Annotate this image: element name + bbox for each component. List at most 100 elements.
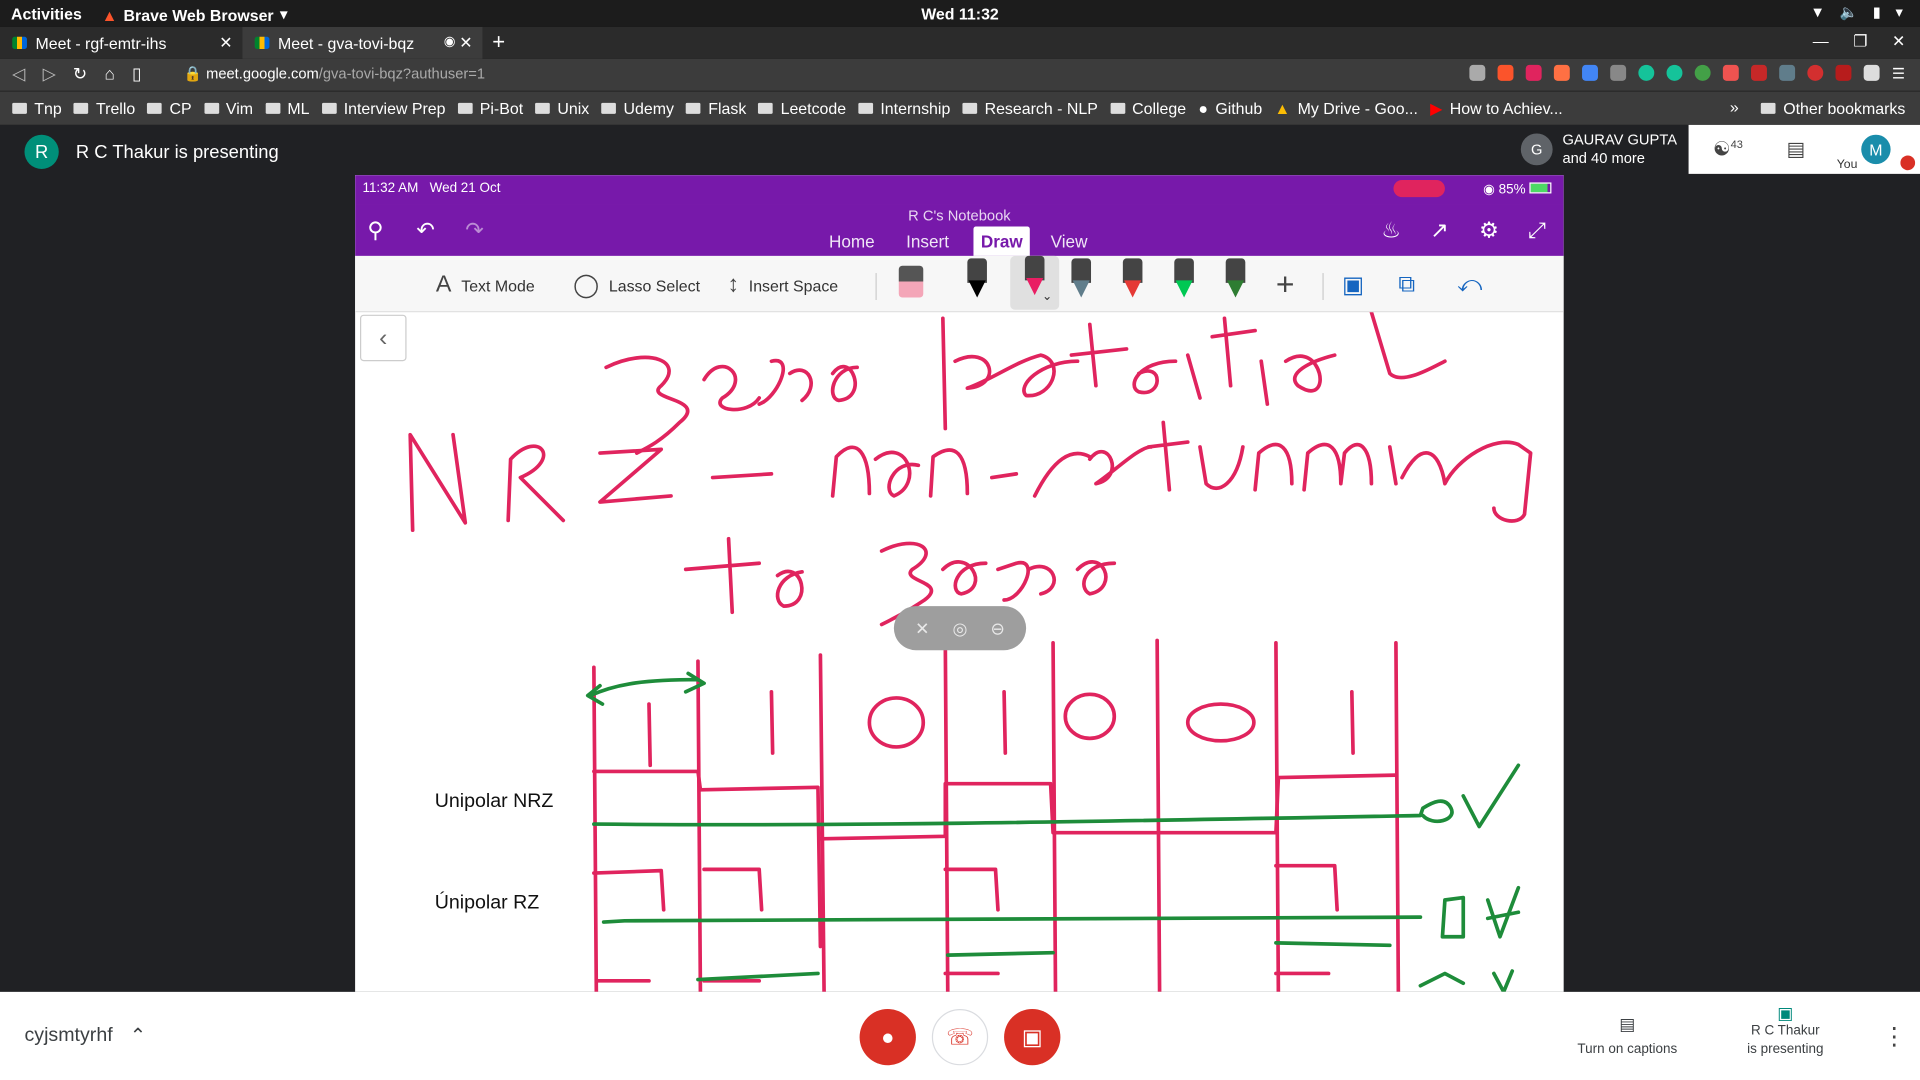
participant-tile[interactable]: G GAURAV GUPTA and 40 more [1520,131,1677,168]
bookmark-folder[interactable]: Research - NLP [962,99,1098,118]
close-window-icon[interactable]: ✕ [1892,32,1905,52]
ink-to-shape-button[interactable]: ▣ [1342,272,1364,300]
bookmark-folder[interactable]: Unix [535,99,589,118]
insert-space-button[interactable]: ↕ Insert Space [727,272,838,299]
system-clock[interactable]: Wed 11:32 [0,5,1920,23]
close-icon[interactable]: ✕ [219,33,232,53]
extension-icon[interactable] [1722,64,1739,81]
bookmark-label: Github [1215,99,1263,118]
extension-icon[interactable] [1694,64,1711,81]
grammarly-icon[interactable] [1666,64,1683,81]
add-pen-button[interactable]: + [1276,266,1295,304]
brave-shield-icon[interactable] [1497,64,1514,81]
grammarly-icon[interactable] [1638,64,1655,81]
pen-dark-green[interactable] [1222,258,1249,300]
folder-icon [73,102,89,114]
tab-draw[interactable]: Draw [973,226,1031,256]
bookmark-github[interactable]: ● Github [1198,99,1262,117]
presenting-button[interactable]: ▣ R C Thakur is presenting [1736,1003,1834,1059]
restore-icon[interactable]: ❐ [1853,32,1867,52]
puzzle-icon[interactable] [1863,64,1880,81]
chat-icon[interactable]: ▤ [1787,137,1806,161]
bookmark-label: ML [287,99,310,118]
tab-view[interactable]: View [1043,227,1095,256]
ink-to-text-button[interactable]: ⧉ [1398,272,1415,299]
camera-icon[interactable] [1469,64,1486,81]
share-icon[interactable]: ↗ [1430,218,1448,244]
calendar-icon[interactable] [1835,64,1852,81]
bookmark-folder[interactable]: Leetcode [758,99,846,118]
extension-icon[interactable] [1751,64,1767,81]
translate-icon[interactable] [1582,64,1598,81]
search-icon[interactable]: ⚲ [367,218,383,244]
system-tray[interactable]: ▼ 🔈 ▮ ▾ [1810,4,1902,21]
battery-text: 85% [1498,182,1526,198]
highlighter-red[interactable] [1119,258,1146,300]
bookmark-folder[interactable]: ML [265,99,310,118]
meet-top-controls: ☯43 ▤ M You [1688,124,1920,174]
bookmark-folder[interactable]: College [1110,99,1186,118]
self-avatar[interactable]: M [1861,134,1891,165]
bookmark-folder[interactable]: Internship [858,99,951,118]
bookmark-folder[interactable]: Vim [203,99,253,118]
bookmark-icon[interactable]: ▯ [132,64,141,85]
more-options-icon[interactable]: ⋮ [1882,1021,1906,1052]
other-bookmarks[interactable]: Other bookmarks [1761,99,1905,118]
bookmark-folder[interactable]: Interview Prep [321,99,445,118]
presenter-avatar: R [24,134,59,169]
bookmark-folder[interactable]: Pi-Bot [457,99,523,118]
ink-replay-button[interactable]: ⤺ [1457,272,1482,299]
redo-icon[interactable]: ↷ [465,218,483,244]
pen-pink[interactable]: ⌄ [1010,255,1060,310]
bookmark-label: Internship [880,99,951,118]
tab-meet-1[interactable]: Meet - rgf-emtr-ihs ✕ [0,27,242,59]
new-tab-button[interactable]: + [492,29,505,55]
folder-icon [686,102,701,114]
eraser-icon[interactable] [898,265,924,298]
highlighter-green[interactable] [1171,258,1198,300]
undo-icon[interactable]: ↶ [416,218,434,244]
mic-toggle-button[interactable]: ● [859,1008,916,1066]
bookmark-folder[interactable]: CP [147,99,192,118]
back-icon[interactable]: ◁ [12,64,25,85]
brave-rewards-icon[interactable] [1525,64,1542,81]
forward-icon[interactable]: ▷ [43,64,56,85]
tab-insert[interactable]: Insert [899,227,957,256]
minimize-icon[interactable]: — [1813,32,1829,52]
lasso-select-button[interactable]: ◯ Lasso Select [573,272,700,300]
extension-icon[interactable] [1553,64,1570,81]
extension-icon[interactable] [1610,64,1627,81]
bookmark-folder[interactable]: Trello [73,99,136,118]
bookmark-drive[interactable]: ▲ My Drive - Goo... [1274,99,1417,117]
tab-home[interactable]: Home [822,227,882,256]
home-icon[interactable]: ⌂ [104,64,114,85]
minus-circle-icon[interactable]: ⊖ [990,618,1004,639]
url-field[interactable]: 🔒 meet.google.com/gva-tovi-bqz?authuser=… [184,65,485,82]
close-icon[interactable]: ✕ [459,33,472,53]
gear-icon[interactable]: ⚙ [1479,218,1499,244]
menu-icon[interactable]: ☰ [1892,65,1908,82]
bookmark-folder[interactable]: Udemy [601,99,674,118]
more-bookmarks-icon[interactable]: » [1730,98,1739,116]
bookmark-folder[interactable]: Tnp [12,99,62,118]
bookmark-youtube[interactable]: ▶ How to Achiev... [1430,99,1563,119]
extension-icon[interactable] [1807,64,1824,81]
people-icon[interactable]: ☯43 [1713,137,1743,161]
captions-button[interactable]: ▤ Turn on captions [1575,1014,1680,1057]
leave-call-button[interactable]: ☏ [931,1008,989,1066]
meeting-details[interactable]: cyjsmtyrhf ⌃ [24,1024,146,1048]
bell-icon[interactable]: ♨ [1381,218,1401,244]
pen-gray[interactable] [1068,258,1095,300]
tab-meet-2[interactable]: Meet - gva-tovi-bqz ◉ ✕ [242,26,483,59]
bookmark-label: Trello [96,99,136,118]
bookmark-folder[interactable]: Flask [686,99,746,118]
mic-muted-icon[interactable]: ✕ [915,618,929,639]
pen-black[interactable] [964,258,991,300]
camera-toggle-button[interactable]: ▣ [1004,1008,1061,1066]
extension-icon[interactable] [1779,64,1796,81]
text-mode-button[interactable]: A Text Mode [436,272,535,299]
system-top-bar: Activities ▲ Brave Web Browser ▾ Wed 11:32… [0,0,1920,27]
reload-icon[interactable]: ↻ [73,64,87,85]
mic-icon[interactable]: ◎ [953,618,968,639]
collapse-icon[interactable]: ⤢ [1528,218,1546,244]
